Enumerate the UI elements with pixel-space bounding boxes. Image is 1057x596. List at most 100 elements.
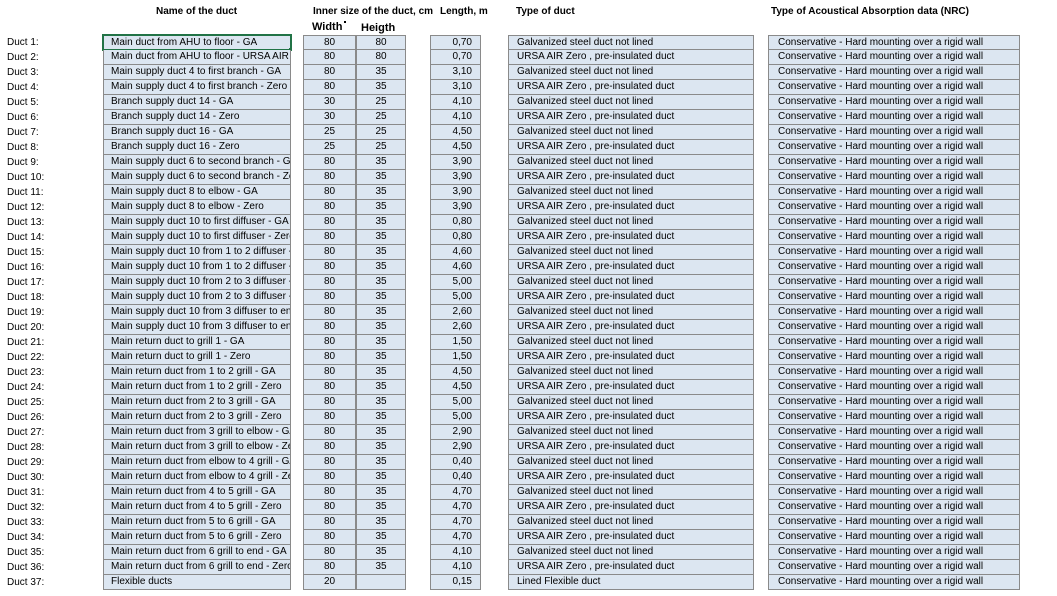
height-cell[interactable]: 35 <box>356 65 406 80</box>
width-cell[interactable]: 80 <box>303 440 356 455</box>
length-cell[interactable]: 4,60 <box>430 245 481 260</box>
width-cell[interactable]: 80 <box>303 245 356 260</box>
nrc-cell[interactable]: Conservative - Hard mounting over a rigi… <box>768 485 1020 500</box>
height-cell[interactable]: 35 <box>356 410 406 425</box>
height-cell[interactable]: 35 <box>356 560 406 575</box>
height-cell[interactable]: 35 <box>356 290 406 305</box>
length-cell[interactable]: 4,70 <box>430 500 481 515</box>
duct-name-cell[interactable]: Main return duct to grill 1 - Zero <box>103 350 291 365</box>
width-cell[interactable]: 80 <box>303 335 356 350</box>
length-cell[interactable]: 3,90 <box>430 200 481 215</box>
duct-type-cell[interactable]: URSA AIR Zero , pre-insulated duct <box>508 560 754 575</box>
duct-name-cell[interactable]: Main return duct from 6 grill to end - G… <box>103 545 291 560</box>
nrc-cell[interactable]: Conservative - Hard mounting over a rigi… <box>768 35 1020 50</box>
nrc-cell[interactable]: Conservative - Hard mounting over a rigi… <box>768 110 1020 125</box>
width-cell[interactable]: 25 <box>303 125 356 140</box>
height-cell[interactable]: 25 <box>356 125 406 140</box>
duct-type-cell[interactable]: URSA AIR Zero , pre-insulated duct <box>508 260 754 275</box>
duct-type-cell[interactable]: Galvanized steel duct not lined <box>508 305 754 320</box>
length-cell[interactable]: 0,70 <box>430 50 481 65</box>
height-cell[interactable]: 80 <box>356 50 406 65</box>
duct-name-cell[interactable]: Main supply duct 10 to first diffuser - … <box>103 230 291 245</box>
duct-name-cell[interactable]: Flexible ducts <box>103 575 291 590</box>
height-cell[interactable]: 35 <box>356 200 406 215</box>
duct-name-cell[interactable]: Main return duct from 3 grill to elbow -… <box>103 440 291 455</box>
duct-type-cell[interactable]: URSA AIR Zero , pre-insulated duct <box>508 350 754 365</box>
height-cell[interactable]: 35 <box>356 155 406 170</box>
width-cell[interactable]: 80 <box>303 80 356 95</box>
width-cell[interactable]: 80 <box>303 455 356 470</box>
width-cell[interactable]: 80 <box>303 185 356 200</box>
nrc-cell[interactable]: Conservative - Hard mounting over a rigi… <box>768 365 1020 380</box>
duct-name-cell[interactable]: Main supply duct 4 to first branch - Zer… <box>103 80 291 95</box>
duct-type-cell[interactable]: Galvanized steel duct not lined <box>508 125 754 140</box>
length-cell[interactable]: 0,15 <box>430 575 481 590</box>
nrc-cell[interactable]: Conservative - Hard mounting over a rigi… <box>768 545 1020 560</box>
duct-name-cell[interactable]: Main return duct to grill 1 - GA <box>103 335 291 350</box>
length-cell[interactable]: 4,70 <box>430 530 481 545</box>
width-cell[interactable]: 30 <box>303 110 356 125</box>
duct-name-cell[interactable]: Main return duct from 5 to 6 grill - Zer… <box>103 530 291 545</box>
nrc-cell[interactable]: Conservative - Hard mounting over a rigi… <box>768 410 1020 425</box>
height-cell[interactable]: 35 <box>356 440 406 455</box>
width-cell[interactable]: 80 <box>303 395 356 410</box>
height-cell[interactable]: 35 <box>356 260 406 275</box>
height-cell[interactable]: 35 <box>356 80 406 95</box>
length-cell[interactable]: 4,10 <box>430 560 481 575</box>
duct-type-cell[interactable]: Galvanized steel duct not lined <box>508 245 754 260</box>
width-cell[interactable]: 80 <box>303 155 356 170</box>
duct-name-cell[interactable]: Main supply duct 8 to elbow - Zero <box>103 200 291 215</box>
height-cell[interactable]: 25 <box>356 140 406 155</box>
duct-type-cell[interactable]: URSA AIR Zero , pre-insulated duct <box>508 230 754 245</box>
width-cell[interactable]: 80 <box>303 410 356 425</box>
duct-type-cell[interactable]: URSA AIR Zero , pre-insulated duct <box>508 440 754 455</box>
height-cell[interactable]: 35 <box>356 395 406 410</box>
length-cell[interactable]: 5,00 <box>430 410 481 425</box>
width-cell[interactable]: 80 <box>303 380 356 395</box>
duct-type-cell[interactable]: Galvanized steel duct not lined <box>508 545 754 560</box>
duct-type-cell[interactable]: URSA AIR Zero , pre-insulated duct <box>508 140 754 155</box>
duct-type-cell[interactable]: URSA AIR Zero , pre-insulated duct <box>508 50 754 65</box>
nrc-cell[interactable]: Conservative - Hard mounting over a rigi… <box>768 125 1020 140</box>
duct-name-cell[interactable]: Main return duct from 5 to 6 grill - GA <box>103 515 291 530</box>
length-cell[interactable]: 0,40 <box>430 455 481 470</box>
duct-type-cell[interactable]: URSA AIR Zero , pre-insulated duct <box>508 170 754 185</box>
height-cell[interactable]: 35 <box>356 425 406 440</box>
length-cell[interactable]: 2,60 <box>430 305 481 320</box>
length-cell[interactable]: 4,50 <box>430 125 481 140</box>
height-cell[interactable]: 35 <box>356 320 406 335</box>
duct-name-cell[interactable]: Main duct from AHU to floor - GA <box>102 34 292 51</box>
width-cell[interactable]: 80 <box>303 170 356 185</box>
duct-name-cell[interactable]: Main duct from AHU to floor - URSA AIR Z… <box>103 50 291 65</box>
nrc-cell[interactable]: Conservative - Hard mounting over a rigi… <box>768 140 1020 155</box>
length-cell[interactable]: 4,50 <box>430 365 481 380</box>
duct-type-cell[interactable]: URSA AIR Zero , pre-insulated duct <box>508 530 754 545</box>
width-cell[interactable]: 80 <box>303 350 356 365</box>
height-cell[interactable]: 35 <box>356 515 406 530</box>
duct-type-cell[interactable]: Galvanized steel duct not lined <box>508 515 754 530</box>
nrc-cell[interactable]: Conservative - Hard mounting over a rigi… <box>768 395 1020 410</box>
duct-type-cell[interactable]: URSA AIR Zero , pre-insulated duct <box>508 410 754 425</box>
height-cell[interactable] <box>356 575 406 590</box>
nrc-cell[interactable]: Conservative - Hard mounting over a rigi… <box>768 80 1020 95</box>
height-cell[interactable]: 25 <box>356 95 406 110</box>
duct-type-cell[interactable]: URSA AIR Zero , pre-insulated duct <box>508 380 754 395</box>
nrc-cell[interactable]: Conservative - Hard mounting over a rigi… <box>768 530 1020 545</box>
duct-name-cell[interactable]: Main supply duct 10 from 2 to 3 diffuser… <box>103 290 291 305</box>
height-cell[interactable]: 25 <box>356 110 406 125</box>
duct-type-cell[interactable]: Galvanized steel duct not lined <box>508 425 754 440</box>
duct-name-cell[interactable]: Main return duct from 4 to 5 grill - GA <box>103 485 291 500</box>
length-cell[interactable]: 4,70 <box>430 485 481 500</box>
nrc-cell[interactable]: Conservative - Hard mounting over a rigi… <box>768 290 1020 305</box>
width-cell[interactable]: 80 <box>303 515 356 530</box>
duct-type-cell[interactable]: Galvanized steel duct not lined <box>508 35 754 50</box>
height-cell[interactable]: 35 <box>356 230 406 245</box>
duct-name-cell[interactable]: Main supply duct 8 to elbow - GA <box>103 185 291 200</box>
width-cell[interactable]: 80 <box>303 260 356 275</box>
height-cell[interactable]: 35 <box>356 485 406 500</box>
duct-name-cell[interactable]: Main supply duct 10 from 2 to 3 diffuser… <box>103 275 291 290</box>
width-cell[interactable]: 30 <box>303 95 356 110</box>
width-cell[interactable]: 80 <box>303 35 356 50</box>
duct-name-cell[interactable]: Main supply duct 6 to second branch - GA <box>103 155 291 170</box>
width-cell[interactable]: 80 <box>303 290 356 305</box>
